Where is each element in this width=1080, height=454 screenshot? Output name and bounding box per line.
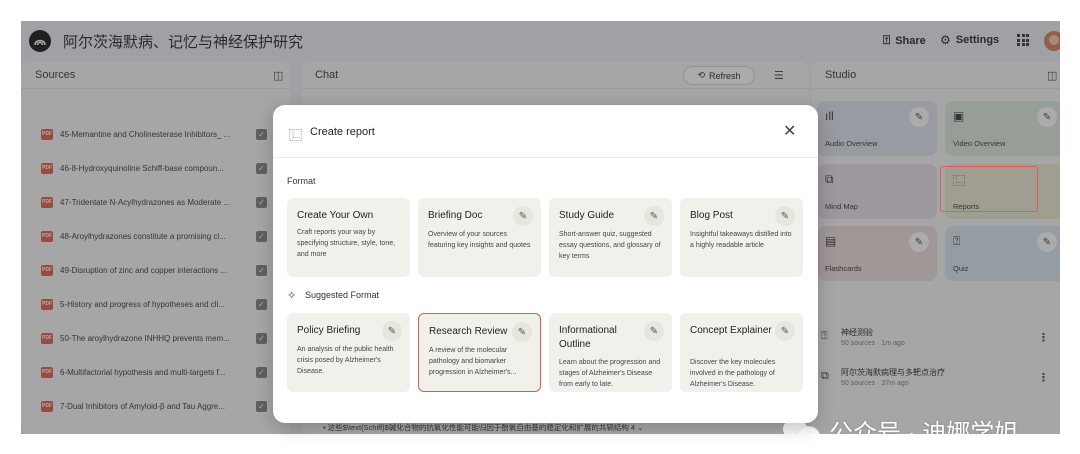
format-card-title: Research Review bbox=[429, 326, 508, 337]
format-card-description: A review of the molecular pathology and … bbox=[429, 347, 517, 376]
dialog-divider bbox=[273, 157, 818, 158]
format-section-label: Format bbox=[287, 176, 316, 186]
format-card-blog-post[interactable]: Blog Post Insightful takeaways distilled … bbox=[680, 198, 803, 277]
pencil-icon[interactable]: ✎ bbox=[382, 321, 402, 341]
format-card-description: Short-answer quiz, suggested essay quest… bbox=[559, 231, 661, 260]
format-card-description: Overview of your sources featuring key i… bbox=[428, 231, 531, 249]
format-card-title: Informational Outline bbox=[559, 325, 617, 350]
format-card-description: Discover the key molecules involved in t… bbox=[690, 359, 776, 388]
pencil-icon[interactable]: ✎ bbox=[644, 206, 664, 226]
format-card-briefing-doc[interactable]: Briefing Doc Overview of your sources fea… bbox=[418, 198, 541, 277]
create-report-dialog: ⿺ Create report ✕ Format Create Your Own… bbox=[273, 105, 818, 423]
report-icon: ⿺ bbox=[289, 128, 303, 143]
magic-wand-icon: ✧ bbox=[287, 290, 297, 302]
format-card-title: Concept Explainer bbox=[690, 325, 772, 336]
dialog-title: Create report bbox=[310, 126, 375, 138]
close-icon[interactable]: ✕ bbox=[783, 121, 796, 141]
format-card-concept-explainer[interactable]: Concept Explainer Discover the key molecu… bbox=[680, 313, 803, 392]
reports-highlight-box bbox=[940, 166, 1038, 212]
pencil-icon[interactable]: ✎ bbox=[775, 206, 795, 226]
format-card-study-guide[interactable]: Study Guide Short-answer quiz, suggested … bbox=[549, 198, 672, 277]
pencil-icon[interactable]: ✎ bbox=[513, 206, 533, 226]
format-card-informational-outline[interactable]: Informational Outline Learn about the pro… bbox=[549, 313, 672, 392]
format-card-title: Policy Briefing bbox=[297, 325, 361, 336]
format-card-policy-briefing[interactable]: Policy Briefing An analysis of the public… bbox=[287, 313, 410, 392]
watermark-text: 公众号 · 迪娜学姐 bbox=[829, 420, 1019, 434]
format-card-title: Blog Post bbox=[690, 210, 733, 221]
format-card-title: Create Your Own bbox=[297, 210, 374, 221]
watermark: 公众号 · 迪娜学姐 bbox=[783, 413, 1018, 434]
format-card-research-review[interactable]: Research Review A review of the molecular… bbox=[418, 313, 541, 392]
format-card-description: Learn about the progression and stages o… bbox=[559, 359, 661, 388]
format-card-create-your-own[interactable]: Create Your Own Craft reports your way by… bbox=[287, 198, 410, 277]
pencil-icon[interactable]: ✎ bbox=[512, 322, 532, 342]
format-card-description: Craft reports your way by specifying str… bbox=[297, 229, 396, 258]
pencil-icon[interactable]: ✎ bbox=[775, 321, 795, 341]
format-card-description: An analysis of the public health crisis … bbox=[297, 346, 394, 375]
format-card-title: Briefing Doc bbox=[428, 210, 483, 221]
format-card-title: Study Guide bbox=[559, 210, 615, 221]
pencil-icon[interactable]: ✎ bbox=[644, 321, 664, 341]
format-card-description: Insightful takeaways distilled into a hi… bbox=[690, 231, 792, 249]
suggested-section-label: Suggested Format bbox=[305, 290, 380, 300]
